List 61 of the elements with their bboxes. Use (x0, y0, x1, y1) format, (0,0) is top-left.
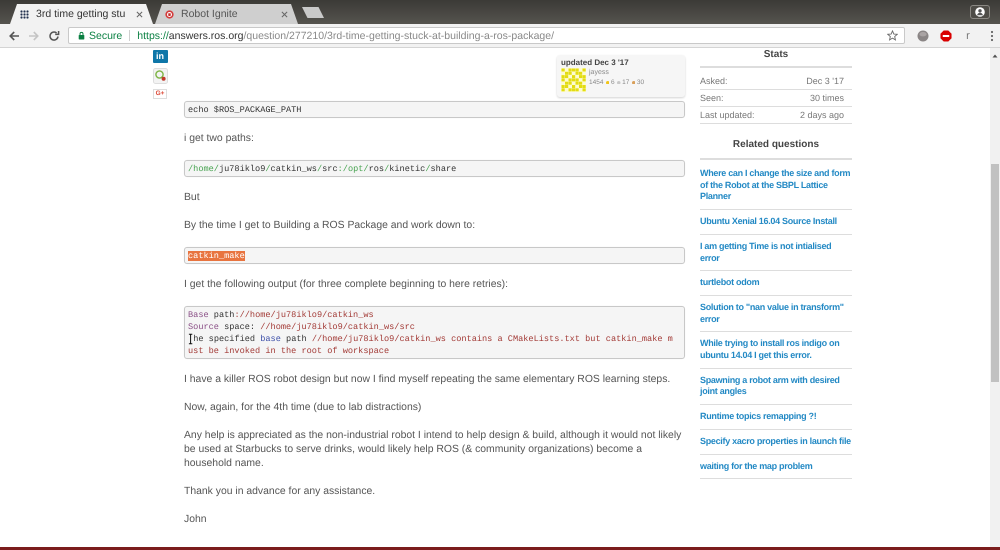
question-link[interactable]: Spawning a robot arm with desired joint angles (700, 374, 852, 398)
lock-icon (78, 31, 85, 40)
back-arrow-icon[interactable] (8, 30, 20, 42)
new-tab-button[interactable] (302, 7, 324, 18)
updated-label: updated Dec 3 '17 (561, 58, 630, 68)
security-label: Secure (89, 30, 122, 42)
url-text[interactable]: https://answers.ros.org/question/277210/3rd-time-getting-stuck-at-building-a-ros-package/ (137, 30, 883, 42)
question-link[interactable]: turtlebot odom (700, 277, 852, 289)
question-link[interactable]: waiting for the map problem (700, 460, 852, 472)
ball-extension-icon[interactable] (917, 30, 929, 42)
code-line: he specified base path //home/ju78iklo9/catkin_ws contains a CMakeLists.txt but catkin_make m (193, 333, 673, 345)
magnifier-icon[interactable] (152, 68, 168, 84)
paragraph: But (184, 191, 201, 205)
stat-label: Last updated: (700, 109, 755, 122)
paragraph: Thank you in advance for any assistance. (184, 485, 376, 499)
stop-sign-extension-icon[interactable] (940, 30, 952, 42)
question-link[interactable]: While trying to install ros indigo on ubuntu 14.04 I get this error. (700, 338, 852, 362)
extension-letter-button[interactable]: r (963, 30, 973, 42)
share-button[interactable]: in (152, 50, 168, 63)
paragraph: I get the following output (for three complete beginning to here retries): (184, 278, 510, 292)
code-line: Base path://home/ju78iklo9/catkin_ws (188, 309, 374, 321)
person-icon (975, 7, 985, 17)
browser-tab[interactable]: 3rd time getting stu (10, 4, 153, 24)
paragraph: John (184, 513, 208, 527)
identicon-avatar (561, 68, 586, 92)
stat-value: 2 days ago (800, 109, 844, 122)
paragraph: Any help is appreciated as the non-industrial robot I intend to help design & build, although it would not likely be used at Starbucks to serve drinks, would likely help ROS (& community organizations) become a household name. (184, 429, 682, 471)
dot-grid-icon (20, 10, 29, 18)
close-icon[interactable] (281, 10, 288, 18)
scrollbar[interactable] (990, 48, 1000, 547)
question-link[interactable]: Ubuntu Xenial 16.04 Source Install (700, 216, 852, 228)
section-heading: Related questions (700, 138, 852, 160)
code-line: /home/ju78iklo9/catkin_ws/src:/opt/ros/kinetic/share (188, 163, 456, 175)
close-icon[interactable] (136, 10, 143, 18)
paragraph: By the time I get to Building a ROS Package and work down to: (184, 219, 476, 233)
stat-label: Seen: (700, 92, 724, 105)
scroll-up-icon[interactable] (992, 54, 998, 58)
star-icon[interactable] (887, 30, 898, 41)
browser-tab[interactable]: Robot Ignite (155, 4, 298, 24)
stat-label: Asked: (700, 75, 728, 88)
code-line: Source space: //home/ju78iklo9/catkin_ws/src (188, 321, 415, 333)
menu-icon[interactable] (990, 30, 994, 42)
code-line: echo $ROS_PACKAGE_PATH (188, 104, 302, 116)
question-link[interactable]: Runtime topics remapping ?! (700, 411, 852, 423)
section-heading: Stats (700, 48, 852, 68)
question-link[interactable]: Where can I change the size and form of the Robot at the SBPL Lattice Planner (700, 168, 852, 204)
code-line: ust be invoked in the root of workspace (188, 345, 390, 357)
profile-button[interactable] (970, 5, 990, 19)
reload-icon[interactable] (48, 30, 60, 42)
robot-badge-icon (165, 10, 174, 18)
address-bar[interactable]: Secure https://answers.ros.org/question/277210/3rd-time-getting-stuck-at-building-a-ros-package/ (68, 27, 905, 44)
question-link[interactable]: Solution to "nan value in transform" error (700, 302, 852, 326)
paragraph: i get two paths: (184, 132, 255, 146)
stat-value: 30 times (810, 92, 844, 105)
question-link[interactable]: I am getting Time is not intialised error (700, 240, 852, 264)
paragraph: Now, again, for the 4th time (due to lab distractions) (184, 401, 422, 415)
stat-value: Dec 3 '17 (806, 75, 844, 88)
scrollbar-thumb[interactable] (991, 164, 999, 382)
question-link[interactable]: Specify xacro properties in launch file (700, 436, 852, 448)
paragraph: I have a killer ROS robot design but now I find myself repeating the same elementary ROS learning steps. (184, 373, 672, 387)
text-cursor-icon (188, 333, 194, 345)
